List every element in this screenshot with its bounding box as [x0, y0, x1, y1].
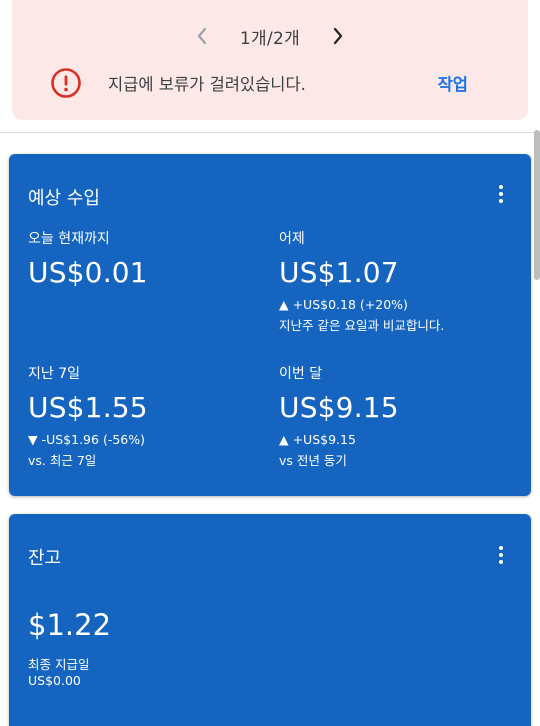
chevron-left-icon [197, 27, 207, 45]
chevron-right-icon [333, 27, 343, 45]
metric-note: vs 전년 동기 [279, 453, 347, 468]
card-title: 예상 수입 [28, 188, 100, 209]
more-options-icon[interactable] [495, 182, 507, 206]
last-payment-value: US$0.00 [28, 673, 81, 688]
estimated-earnings-card: 예상 수입 오늘 현재까지 US$0.01 어제 US$1.07 ▲ +US$0… [9, 154, 531, 496]
previous-alert-button[interactable] [188, 22, 216, 50]
metric-today: 오늘 현재까지 US$0.01 [28, 228, 268, 289]
more-options-icon[interactable] [495, 543, 507, 567]
error-circle-icon [51, 68, 81, 98]
metric-change: ▲ +US$0.18 (+20%) [279, 297, 408, 312]
metric-note: vs. 최근 7일 [28, 453, 97, 468]
scrollbar[interactable] [534, 130, 540, 280]
metric-label: 이번 달 [279, 366, 323, 382]
alert-pager: 1개/2개 [12, 22, 528, 50]
metric-value: US$1.07 [279, 256, 399, 289]
metric-last-7-days: 지난 7일 US$1.55 ▼ -US$1.96 (-56%) vs. 최근 7… [28, 363, 268, 469]
payment-hold-alert: 1개/2개 지급에 보류가 걸려있습니다. 작업 [12, 0, 528, 120]
metric-label: 오늘 현재까지 [28, 231, 110, 247]
metric-change: ▼ -US$1.96 (-56%) [28, 432, 145, 447]
last-payment-label: 최종 지급일 [28, 657, 90, 672]
metric-note: 지난주 같은 요일과 비교합니다. [279, 318, 445, 333]
metric-this-month: 이번 달 US$9.15 ▲ +US$9.15 vs 전년 동기 [279, 363, 519, 469]
metric-value: US$9.15 [279, 391, 399, 424]
metric-yesterday: 어제 US$1.07 ▲ +US$0.18 (+20%) 지난주 같은 요일과 … [279, 228, 519, 334]
balance-value: $1.22 [28, 608, 112, 642]
metric-value: US$0.01 [28, 256, 148, 289]
metric-value: US$1.55 [28, 391, 148, 424]
metric-label: 어제 [279, 231, 305, 247]
metric-change: ▲ +US$9.15 [279, 432, 356, 447]
card-title: 잔고 [28, 548, 62, 569]
pager-text: 1개/2개 [239, 28, 301, 49]
alert-message: 지급에 보류가 걸려있습니다. [108, 75, 306, 94]
next-alert-button[interactable] [324, 22, 352, 50]
metric-label: 지난 7일 [28, 366, 80, 382]
alert-action-link[interactable]: 작업 [438, 71, 468, 95]
balance-card: 잔고 $1.22 최종 지급일 US$0.00 [9, 514, 531, 726]
divider [0, 132, 540, 133]
alert-row: 지급에 보류가 걸려있습니다. 작업 [50, 66, 468, 100]
